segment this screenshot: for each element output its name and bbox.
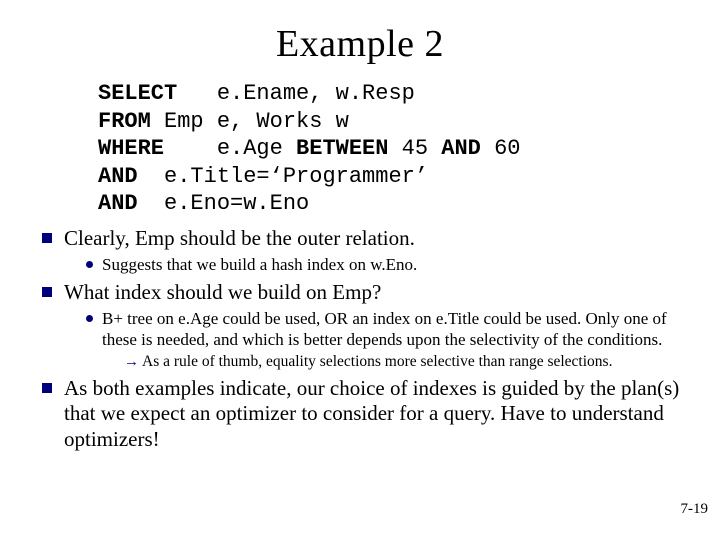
- arrow-list: As a rule of thumb, equality selections …: [124, 353, 690, 372]
- code-text: Emp e, Works w: [151, 109, 349, 134]
- sub-bullet-item: B+ tree on e.Age could be used, OR an in…: [84, 309, 690, 371]
- kw-and: AND: [441, 136, 481, 161]
- sub-bullet-list: Suggests that we build a hash index on w…: [84, 255, 690, 276]
- kw-between: BETWEEN: [296, 136, 388, 161]
- slide-title: Example 2: [30, 22, 690, 66]
- sub-bullet-list: B+ tree on e.Age could be used, OR an in…: [84, 309, 690, 371]
- arrow-text: As a rule of thumb, equality selections …: [142, 353, 612, 370]
- code-text: 60: [481, 136, 521, 161]
- code-text: e.Eno=w.Eno: [138, 191, 310, 216]
- kw-and: AND: [98, 164, 138, 189]
- code-text: e.Age: [164, 136, 296, 161]
- bullet-list: Clearly, Emp should be the outer relatio…: [40, 226, 690, 453]
- sub-bullet-text: Suggests that we build a hash index on w…: [102, 255, 417, 274]
- kw-and: AND: [98, 191, 138, 216]
- kw-where: WHERE: [98, 136, 164, 161]
- page-number: 7-19: [681, 501, 709, 518]
- sql-code-block: SELECT e.Ename, w.Resp FROM Emp e, Works…: [98, 80, 690, 218]
- arrow-item: As a rule of thumb, equality selections …: [124, 353, 690, 372]
- bullet-text: What index should we build on Emp?: [64, 280, 381, 304]
- bullet-item: What index should we build on Emp? B+ tr…: [40, 280, 690, 372]
- sub-bullet-item: Suggests that we build a hash index on w…: [84, 255, 690, 276]
- kw-from: FROM: [98, 109, 151, 134]
- bullet-item: As both examples indicate, our choice of…: [40, 376, 690, 453]
- code-text: 45: [388, 136, 441, 161]
- code-text: e.Ename, w.Resp: [177, 81, 415, 106]
- bullet-item: Clearly, Emp should be the outer relatio…: [40, 226, 690, 276]
- code-text: e.Title=‘Programmer’: [138, 164, 428, 189]
- kw-select: SELECT: [98, 81, 177, 106]
- sub-bullet-text: B+ tree on e.Age could be used, OR an in…: [102, 309, 667, 349]
- slide: Example 2 SELECT e.Ename, w.Resp FROM Em…: [0, 0, 720, 540]
- bullet-text: Clearly, Emp should be the outer relatio…: [64, 226, 415, 250]
- bullet-text: As both examples indicate, our choice of…: [64, 376, 679, 451]
